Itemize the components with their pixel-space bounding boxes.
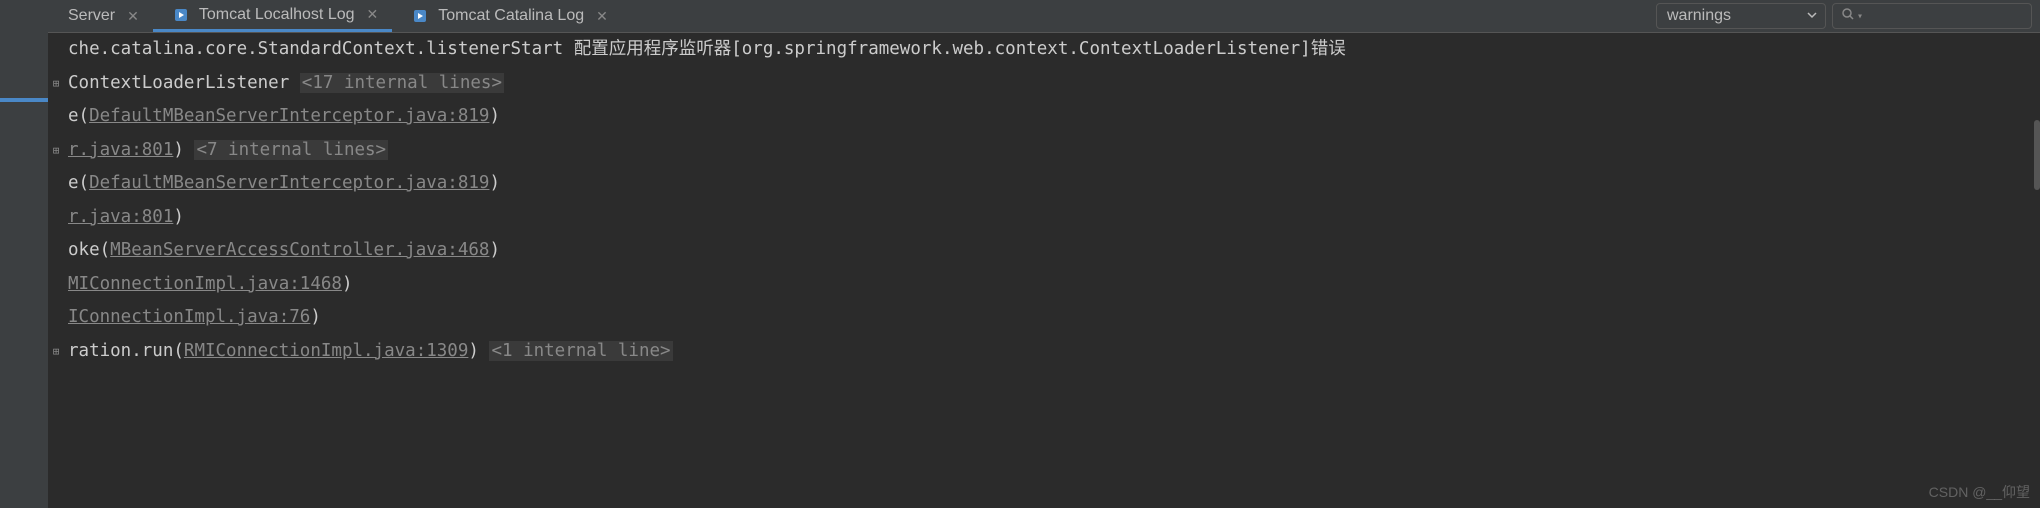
chevron-down-icon: ▾ — [1857, 11, 1863, 22]
log-line: MIConnectionImpl.java:1468) — [48, 268, 2040, 302]
source-link[interactable]: MBeanServerAccessController.java:468 — [110, 240, 489, 260]
folded-region[interactable]: <1 internal line> — [489, 341, 672, 361]
close-icon[interactable]: ✕ — [125, 8, 141, 25]
log-line: e(DefaultMBeanServerInterceptor.java:819… — [48, 100, 2040, 134]
expand-icon[interactable]: ⊞ — [48, 134, 64, 168]
watermark: CSDN @__仰望 — [1929, 482, 2030, 502]
source-link[interactable]: DefaultMBeanServerInterceptor.java:819 — [89, 173, 489, 193]
search-icon — [1841, 6, 1855, 26]
folded-region[interactable]: <7 internal lines> — [194, 140, 388, 160]
log-level-select[interactable]: warnings — [1656, 3, 1826, 29]
expand-icon[interactable]: ⊞ — [48, 335, 64, 369]
source-link[interactable]: RMIConnectionImpl.java:1309 — [184, 341, 468, 361]
tab-label: Server — [68, 7, 115, 25]
log-line: ⊞r.java:801) <7 internal lines> — [48, 134, 2040, 168]
scrollbar-thumb[interactable] — [2034, 120, 2040, 190]
log-line: e(DefaultMBeanServerInterceptor.java:819… — [48, 167, 2040, 201]
tab-tomcat-localhost-log[interactable]: Tomcat Localhost Log ✕ — [153, 0, 392, 32]
log-line: r.java:801) — [48, 201, 2040, 235]
tab-tomcat-catalina-log[interactable]: Tomcat Catalina Log ✕ — [392, 0, 622, 32]
run-icon — [412, 8, 428, 24]
select-value: warnings — [1667, 7, 1731, 25]
chevron-down-icon — [1807, 7, 1817, 25]
folded-region[interactable]: <17 internal lines> — [300, 73, 504, 93]
close-icon[interactable]: ✕ — [594, 8, 610, 25]
tab-label: Tomcat Catalina Log — [438, 7, 584, 25]
tab-bar: Server ✕ Tomcat Localhost Log ✕ Tomcat C… — [48, 0, 2040, 33]
source-link[interactable]: MIConnectionImpl.java:1468 — [68, 274, 342, 294]
left-gutter — [0, 0, 48, 508]
source-link[interactable]: DefaultMBeanServerInterceptor.java:819 — [89, 106, 489, 126]
search-input[interactable]: ▾ — [1832, 3, 2032, 29]
log-line: oke(MBeanServerAccessController.java:468… — [48, 234, 2040, 268]
log-line: ⊞ContextLoaderListener <17 internal line… — [48, 67, 2040, 101]
expand-icon[interactable]: ⊞ — [48, 67, 64, 101]
run-icon — [173, 7, 189, 23]
log-line: IConnectionImpl.java:76) — [48, 301, 2040, 335]
source-link[interactable]: r.java:801 — [68, 140, 173, 160]
tab-label: Tomcat Localhost Log — [199, 6, 355, 24]
source-link[interactable]: IConnectionImpl.java:76 — [68, 307, 310, 327]
filter-controls: warnings ▾ — [1656, 0, 2040, 32]
source-link[interactable]: r.java:801 — [68, 207, 173, 227]
log-output[interactable]: che.catalina.core.StandardContext.listen… — [48, 33, 2040, 508]
close-icon[interactable]: ✕ — [365, 6, 381, 23]
log-line: che.catalina.core.StandardContext.listen… — [48, 33, 2040, 67]
gutter-marker — [0, 98, 48, 102]
tab-server[interactable]: Server ✕ — [48, 0, 153, 32]
log-line: ⊞ration.run(RMIConnectionImpl.java:1309)… — [48, 335, 2040, 369]
